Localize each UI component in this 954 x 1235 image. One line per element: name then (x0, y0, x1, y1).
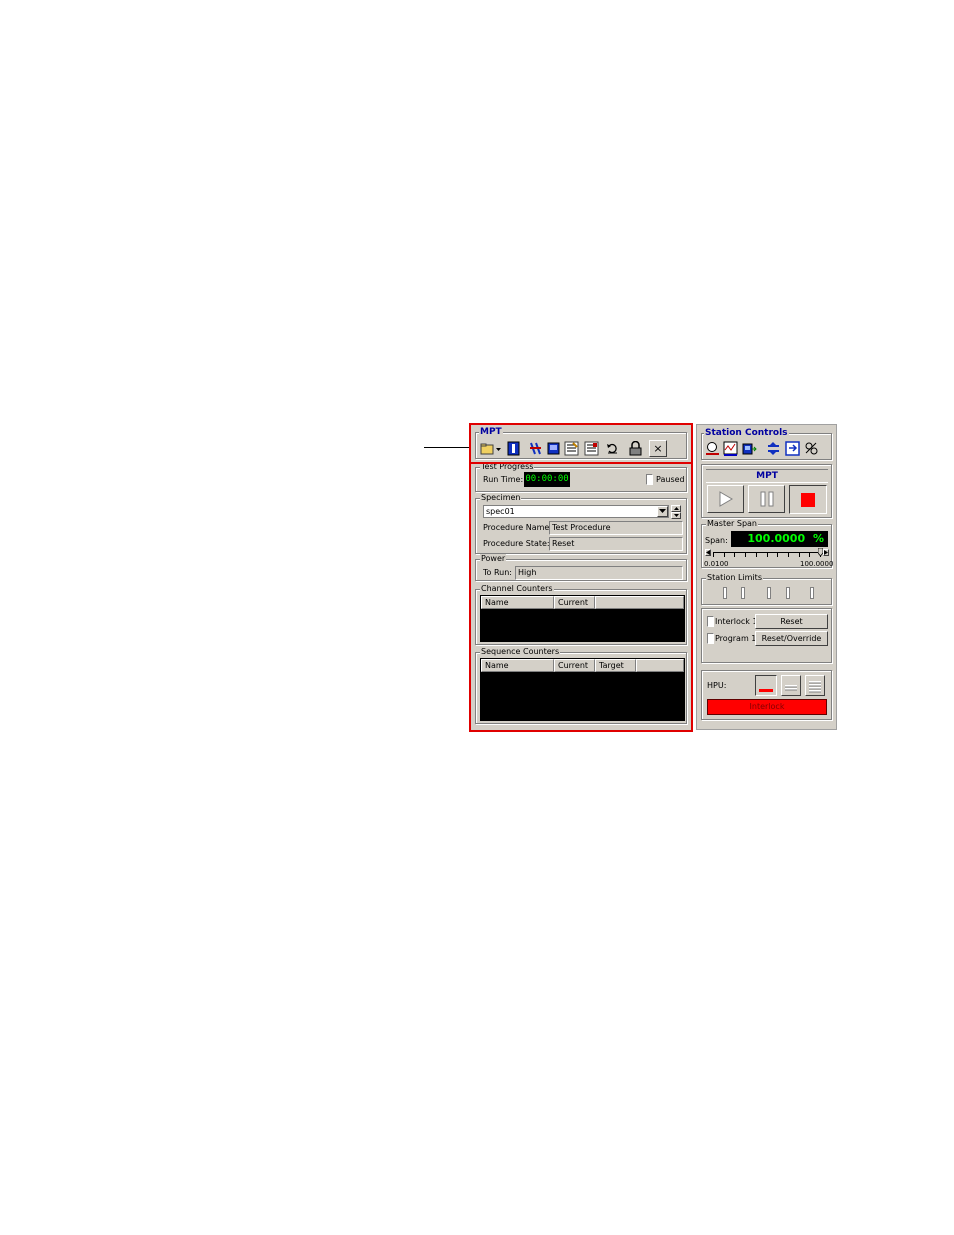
program-1-indicator (707, 633, 714, 644)
procedure-name-value: Test Procedure (549, 521, 683, 535)
channel-col-filler (595, 596, 684, 609)
pause-button[interactable] (748, 485, 785, 513)
span-label: Span: (705, 536, 728, 545)
slider-tick (766, 553, 768, 557)
spin-down-icon[interactable] (671, 512, 681, 519)
slider-left-arrow-icon[interactable] (705, 549, 711, 556)
slider-tick (809, 553, 811, 557)
play-button[interactable] (707, 485, 744, 513)
station-controls-panel: Station Controls MPT Master Span Span: 1… (696, 424, 837, 730)
slider-tick (755, 553, 757, 557)
stop-button[interactable] (789, 485, 827, 514)
limit-indicator-4 (786, 587, 790, 599)
scope-icon[interactable] (723, 441, 738, 456)
specimen-select-value: spec01 (486, 507, 515, 516)
channel-col-current[interactable]: Current (554, 596, 595, 609)
span-value: 100.0000 (747, 532, 806, 545)
slider-tick (798, 553, 800, 557)
lock-icon[interactable] (628, 440, 643, 456)
program-1-label: Program 1 (715, 634, 757, 643)
info-icon[interactable] (506, 441, 521, 456)
limit-indicator-2 (741, 587, 745, 599)
sequence-col-target[interactable]: Target (595, 659, 636, 672)
exit-icon[interactable] (785, 441, 800, 456)
spin-up-icon[interactable] (671, 505, 681, 512)
open-folder-icon[interactable] (480, 441, 495, 456)
station-setup-icon[interactable] (705, 441, 720, 456)
paused-checkbox[interactable] (646, 474, 653, 485)
close-icon[interactable]: × (649, 440, 667, 457)
hpu-label: HPU: (707, 681, 727, 690)
channel-counters-label: Channel Counters (480, 584, 554, 594)
slider-tick (734, 553, 736, 557)
power-label: Power (480, 554, 507, 564)
span-unit: % (812, 532, 824, 545)
edit-procedure-icon[interactable] (528, 441, 543, 456)
station-limits-label: Station Limits (706, 573, 763, 583)
span-display: 100.0000 % (731, 531, 828, 547)
log-icon[interactable] (564, 441, 579, 456)
sequence-col-filler (636, 659, 684, 672)
signals-icon[interactable] (766, 441, 781, 456)
interlock-1-indicator (707, 616, 714, 627)
sequence-col-current[interactable]: Current (554, 659, 595, 672)
paused-label: Paused (656, 475, 685, 484)
program-name: MPT (706, 469, 828, 483)
reset-override-button[interactable]: Reset/Override (755, 631, 828, 646)
to-run-value: High (515, 566, 683, 580)
hpu-off-button[interactable] (755, 675, 777, 696)
to-run-label: To Run: (483, 568, 512, 577)
slider-tick (723, 553, 725, 557)
run-time-label: Run Time: (483, 475, 524, 484)
dropdown-arrow-icon[interactable] (495, 441, 503, 456)
procedure-name-label: Procedure Name: (483, 523, 553, 532)
limit-indicator-3 (767, 587, 771, 599)
mpt-title: MPT (479, 427, 503, 437)
specimen-icon[interactable] (546, 441, 561, 456)
test-progress-label: Test Progress (480, 462, 535, 472)
chevron-down-icon[interactable] (657, 506, 668, 517)
slider-max-label: 100.0000 (800, 560, 834, 568)
limit-indicator-5 (810, 587, 814, 599)
sequence-counters-label: Sequence Counters (480, 647, 561, 657)
specimen-spinner[interactable] (671, 505, 681, 519)
hpu-high-button[interactable] (805, 675, 825, 696)
report-icon[interactable] (584, 441, 599, 456)
limit-indicator-1 (723, 587, 727, 599)
sequence-col-name[interactable]: Name (481, 659, 554, 672)
slider-tick (777, 553, 779, 557)
interlock-reset-button[interactable]: Reset (755, 614, 828, 629)
slider-ticks (713, 553, 821, 557)
hpu-status-bar: Interlock (707, 699, 827, 715)
slider-min-label: 0.0100 (704, 560, 729, 568)
channel-col-name[interactable]: Name (481, 596, 554, 609)
meters-icon[interactable] (742, 441, 757, 456)
specimen-label: Specimen (480, 493, 522, 503)
slider-tick (787, 553, 789, 557)
mpt-panel: MPT × Test Progress Run Time: 00:00:00 P… (470, 424, 692, 731)
manual-command-icon[interactable] (804, 441, 819, 456)
hpu-low-button[interactable] (781, 675, 801, 696)
reset-icon[interactable] (605, 441, 620, 456)
slider-tick (713, 553, 714, 557)
callout-line (424, 447, 474, 448)
procedure-state-value: Reset (549, 537, 683, 551)
procedure-state-label: Procedure State: (483, 539, 550, 548)
master-span-label: Master Span (706, 519, 758, 529)
slider-right-arrow-icon[interactable] (823, 549, 829, 556)
run-time-display: 00:00:00 (524, 472, 570, 487)
specimen-select[interactable]: spec01 (483, 505, 669, 518)
interlock-1-label: Interlock 1 (715, 617, 758, 626)
slider-tick (745, 553, 747, 557)
station-title: Station Controls (704, 428, 789, 438)
